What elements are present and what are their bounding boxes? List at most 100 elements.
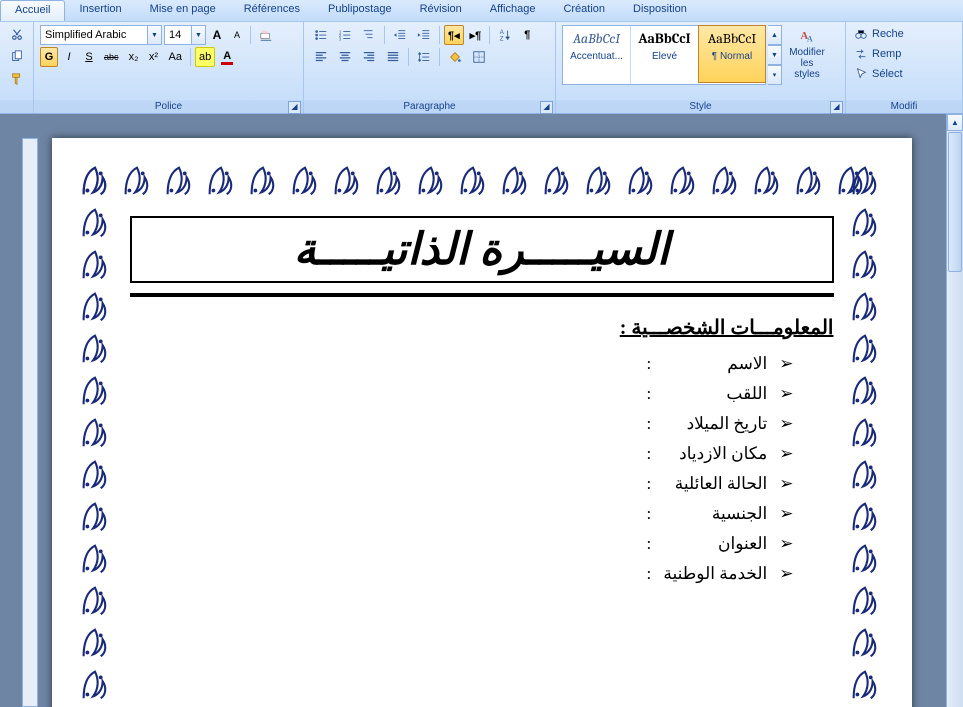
field-row[interactable]: ➢مكان الازدياد: — [130, 444, 794, 464]
shading-button[interactable] — [444, 47, 466, 67]
document-title[interactable]: السيـــــرة الذاتيـــــة — [142, 224, 822, 275]
underline-button[interactable]: S — [80, 47, 98, 67]
dialog-launcher-icon[interactable]: ◢ — [830, 101, 843, 114]
superscript-button[interactable]: x² — [145, 47, 163, 67]
gallery-up-button[interactable]: ▲ — [768, 25, 782, 45]
replace-button[interactable]: Remp — [852, 45, 956, 63]
page[interactable]: السيـــــرة الذاتيـــــة المعلومـــات ال… — [52, 138, 912, 707]
scroll-up-button[interactable]: ▲ — [947, 114, 963, 131]
style-item-eleve[interactable]: AaBbCcI Élevé — [631, 26, 699, 84]
justify-button[interactable] — [382, 47, 404, 67]
indent-decrease-button[interactable] — [389, 25, 411, 45]
field-label: الاسم — [657, 354, 767, 374]
font-size-combo[interactable]: ▼ — [164, 25, 206, 45]
tab-references[interactable]: Références — [230, 0, 314, 21]
sort-button[interactable]: AZ — [494, 25, 516, 45]
page-border-top — [74, 160, 890, 206]
shrink-font-button[interactable]: A — [228, 25, 246, 45]
outdent-icon — [393, 28, 407, 42]
subscript-button[interactable]: x₂ — [125, 47, 143, 67]
vertical-scrollbar[interactable]: ▲ — [946, 114, 963, 707]
align-right-button[interactable] — [358, 47, 380, 67]
font-color-button[interactable]: A — [217, 47, 237, 67]
style-item-normal[interactable]: AaBbCcI ¶ Normal — [698, 25, 766, 83]
strike-button[interactable]: abc — [100, 47, 123, 67]
field-label: الحالة العائلية — [657, 474, 767, 494]
title-frame: السيـــــرة الذاتيـــــة — [130, 216, 834, 283]
ribbon: ▼ ▼ A A G I S abc x₂ x² Aa ab — [0, 22, 963, 114]
field-row[interactable]: ➢اللقب: — [130, 384, 794, 404]
align-left-button[interactable] — [310, 47, 332, 67]
indent-increase-button[interactable] — [413, 25, 435, 45]
ltr-button[interactable]: ¶◂ — [444, 25, 464, 45]
field-colon: : — [647, 414, 652, 434]
field-row[interactable]: ➢تاريخ الميلاد: — [130, 414, 794, 434]
field-colon: : — [647, 444, 652, 464]
cut-button[interactable] — [6, 25, 28, 45]
dialog-launcher-icon[interactable]: ◢ — [540, 101, 553, 114]
grow-font-button[interactable]: A — [208, 25, 226, 45]
copy-button[interactable] — [6, 47, 28, 67]
field-label: تاريخ الميلاد — [657, 414, 767, 434]
bold-button[interactable]: G — [40, 47, 58, 67]
bullets-button[interactable] — [310, 25, 332, 45]
font-name-combo[interactable]: ▼ — [40, 25, 162, 45]
tab-creation[interactable]: Création — [549, 0, 619, 21]
separator — [489, 26, 490, 44]
font-name-input[interactable] — [40, 25, 148, 45]
multilevel-icon — [362, 28, 376, 42]
field-row[interactable]: ➢الجنسية: — [130, 504, 794, 524]
field-label: مكان الازدياد — [657, 444, 767, 464]
field-colon: : — [647, 534, 652, 554]
numbering-button[interactable]: 123 — [334, 25, 356, 45]
page-border-left — [74, 160, 120, 707]
bullets-icon — [314, 28, 328, 42]
change-case-button[interactable]: Aa — [165, 47, 186, 67]
dialog-launcher-icon[interactable]: ◢ — [288, 101, 301, 114]
field-row[interactable]: ➢الحالة العائلية: — [130, 474, 794, 494]
tab-mise-en-page[interactable]: Mise en page — [136, 0, 230, 21]
style-item-accentuation[interactable]: AaBbCcI Accentuat... — [563, 26, 631, 84]
line-spacing-button[interactable] — [413, 47, 435, 67]
vertical-ruler[interactable] — [22, 138, 38, 707]
gallery-down-button[interactable]: ▼ — [768, 45, 782, 65]
line-spacing-icon — [417, 50, 431, 64]
borders-icon — [472, 50, 486, 64]
format-painter-button[interactable] — [6, 69, 28, 89]
field-row[interactable]: ➢الخدمة الوطنية: — [130, 564, 794, 584]
svg-text:Z: Z — [500, 35, 504, 42]
change-styles-button[interactable]: AA Modifier les styles — [784, 25, 830, 83]
italic-button[interactable]: I — [60, 47, 78, 67]
group-editing: Reche Remp Sélect Modifi — [846, 22, 963, 113]
document-content: السيـــــرة الذاتيـــــة المعلومـــات ال… — [130, 216, 834, 707]
field-row[interactable]: ➢الاسم: — [130, 354, 794, 374]
font-size-input[interactable] — [164, 25, 192, 45]
clear-formatting-button[interactable] — [255, 25, 277, 45]
chevron-icon: ➢ — [779, 564, 793, 584]
section-heading[interactable]: المعلومـــات الشخصـــية : — [130, 315, 834, 340]
align-left-icon — [314, 50, 328, 64]
scroll-thumb[interactable] — [948, 132, 962, 272]
find-button[interactable]: Reche — [852, 25, 956, 43]
highlight-button[interactable]: ab — [195, 47, 215, 67]
fields-list: ➢الاسم:➢اللقب:➢تاريخ الميلاد:➢مكان الازد… — [130, 354, 834, 584]
separator — [384, 26, 385, 44]
tab-accueil[interactable]: Accueil — [0, 0, 65, 21]
tab-disposition[interactable]: Disposition — [619, 0, 701, 21]
tab-revision[interactable]: Révision — [406, 0, 476, 21]
chevron-down-icon[interactable]: ▼ — [148, 25, 162, 45]
tab-affichage[interactable]: Affichage — [476, 0, 550, 21]
rtl-button[interactable]: ▸¶ — [466, 25, 486, 45]
select-button[interactable]: Sélect — [852, 65, 956, 83]
show-marks-button[interactable]: ¶ — [518, 25, 536, 45]
chevron-down-icon[interactable]: ▼ — [192, 25, 206, 45]
gallery-more-button[interactable]: ▾ — [768, 65, 782, 85]
tab-publipostage[interactable]: Publipostage — [314, 0, 406, 21]
multilevel-button[interactable] — [358, 25, 380, 45]
tab-insertion[interactable]: Insertion — [65, 0, 135, 21]
align-center-button[interactable] — [334, 47, 356, 67]
page-border-right — [844, 160, 890, 707]
chevron-icon: ➢ — [779, 354, 793, 374]
field-row[interactable]: ➢العنوان: — [130, 534, 794, 554]
borders-button[interactable] — [468, 47, 490, 67]
